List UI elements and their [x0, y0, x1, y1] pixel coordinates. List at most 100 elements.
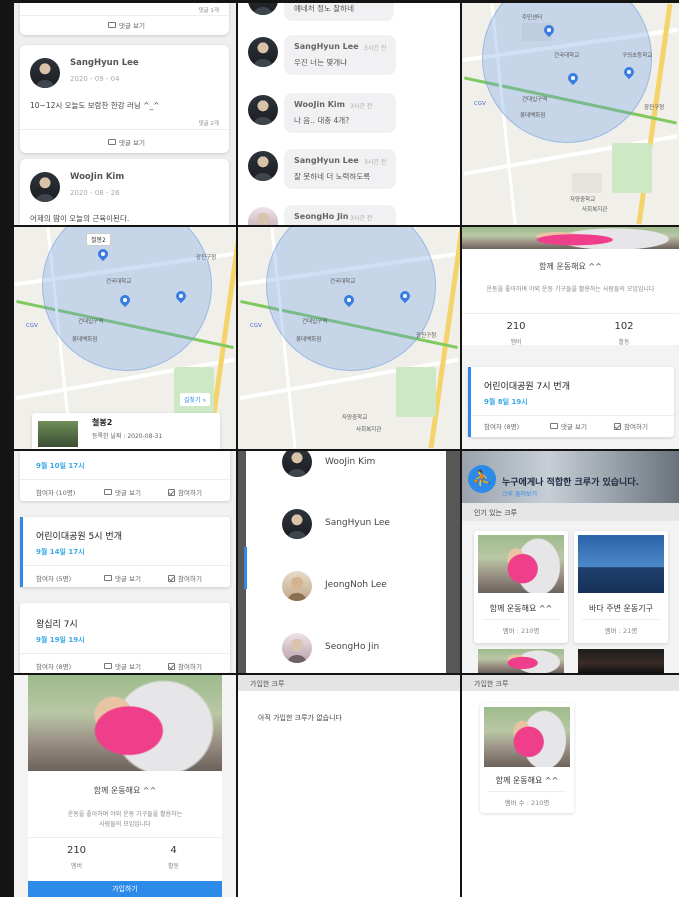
crew-description: 운동을 좋아하며 야외 운동 기구들을 활용하는	[67, 811, 183, 818]
location-pin-icon[interactable]	[176, 291, 186, 303]
joined-crew-header: 가입한 크루	[238, 675, 460, 691]
crew-card[interactable]: 함께 운동해요 ^^ 멤버 : 210명	[474, 531, 568, 643]
find-route-button[interactable]: 길찾기 »	[180, 393, 211, 406]
location-pin-icon[interactable]	[98, 249, 108, 261]
chat-bubble: SangHyun Lee 3시간 전 잘 못하네 더 노력하도록	[284, 149, 396, 189]
join-event-button[interactable]: 참여하기	[168, 661, 202, 671]
post-text: 10~12시 오늘도 보람찬 한강 러닝 ^_^	[30, 101, 160, 110]
event-date: 9월 8일 19시	[484, 398, 528, 406]
post-author: WooJin Kim	[70, 172, 125, 182]
avatar	[248, 95, 278, 125]
double-chevron-icon: »	[202, 397, 207, 404]
crew-banner[interactable]: ⛹ 누구에게나 적합한 크루가 있습니다. 크루 둘러보기	[462, 451, 679, 503]
location-pin-icon[interactable]	[344, 295, 354, 307]
comment-view-button[interactable]: 댓글 보기	[104, 487, 141, 497]
joined-one-tile: 가입한 크루 함께 운동해요 ^^ 멤버 수 : 210명	[462, 675, 679, 897]
crew-name: 함께 운동해요 ^^	[489, 604, 553, 613]
crew-list-tile: ⛹ 누구에게나 적합한 크루가 있습니다. 크루 둘러보기 인기 있는 크루 함…	[462, 451, 679, 673]
event-card[interactable]: 왕십리 7시 9월 19일 19시 참여자 (8명) 댓글 보기 참여하기	[20, 603, 230, 673]
participants-button[interactable]: 참여자 (10명)	[36, 487, 75, 497]
crew-name: 바다 주변 운동기구	[589, 604, 653, 613]
event-title: 어린이대공원 7시 번개	[484, 382, 570, 392]
crew-image	[478, 649, 564, 673]
location-pin-icon[interactable]	[624, 67, 634, 79]
joined-empty-tile: 가입한 크루 아직 가입한 크루가 없습니다	[238, 675, 460, 897]
place-chip[interactable]: 철봉2	[86, 233, 111, 246]
popular-crew-header: 인기 있는 크루	[462, 503, 679, 521]
participants-button[interactable]: 참여자 (5명)	[36, 573, 71, 583]
feed-post: WooJin Kim 2020 - 08 - 26 어제의 땀이 오늘의 근육이…	[20, 159, 229, 225]
comment-view-button[interactable]: 댓글 보기	[104, 573, 141, 583]
avatar	[282, 571, 312, 601]
post-date: 2020 - 08 - 26	[70, 189, 120, 197]
place-name: 철봉2	[92, 418, 113, 427]
place-thumbnail	[38, 421, 78, 447]
place-card[interactable]: 철봉2 등록한 날짜 : 2020-08-31	[32, 413, 220, 449]
avatar	[248, 207, 278, 225]
crew-card[interactable]: 함께 운동해요 ^^ 멤버 수 : 210명	[480, 703, 574, 813]
crew-image	[484, 707, 570, 767]
activity-count: 4	[170, 845, 177, 856]
comment-view-button[interactable]: 댓글 보기	[550, 421, 587, 431]
chat-bubble: WooJin Kim 3시간 전 나 음.. 대충 4개?	[284, 93, 396, 133]
event-date: 9월 10일 17시	[36, 462, 85, 470]
post-author: SangHyun Lee	[70, 58, 139, 68]
join-event-button[interactable]: 참여하기	[168, 487, 202, 497]
checkbox-icon	[614, 422, 621, 430]
crew-cover-image	[462, 227, 679, 249]
comment-icon	[108, 22, 116, 28]
crew-description: 운동을 좋아하며 야외 운동 기구들을 활용하는 사람들의 모임입니다	[486, 286, 655, 293]
member-name[interactable]: JeongNoh Lee	[325, 580, 387, 590]
location-pin-icon[interactable]	[544, 25, 554, 37]
participants-button[interactable]: 참여자 (8명)	[36, 661, 71, 671]
comment-view-button[interactable]: 댓글 보기	[108, 137, 145, 147]
comment-icon	[108, 139, 116, 145]
chat-bubble: 얘네처 정노 잘하네	[284, 3, 394, 21]
crew-cover-image	[28, 675, 222, 771]
banner-title: 누구에게나 적합한 크루가 있습니다.	[502, 478, 640, 488]
comment-view-button[interactable]: 댓글 보기	[108, 20, 145, 30]
feed-card-top: 댓글 1개 댓글 보기	[20, 3, 229, 35]
post-text: 어제의 땀이 오늘의 근육이된다.	[30, 214, 130, 223]
join-event-button[interactable]: 참여하기	[614, 421, 648, 431]
map-tile[interactable]: 건국대학교 건대입구역 CGV 롯데백화점 광진구청 자양중학교 사회복지관	[238, 227, 460, 449]
crew-card[interactable]: 바다 주변 운동기구 멤버 : 21명	[574, 531, 668, 643]
crew-members: 멤버 : 21명	[604, 627, 638, 635]
avatar	[248, 3, 278, 15]
location-pin-icon[interactable]	[568, 73, 578, 85]
comment-icon	[104, 489, 112, 495]
event-card[interactable]: 어린이대공원 5시 번개 9월 14일 17시 참여자 (5명) 댓글 보기 참…	[20, 517, 230, 587]
crew-title: 함께 운동해요 ^^	[539, 262, 602, 271]
member-name[interactable]: SeongHo Jin	[325, 642, 379, 652]
location-pin-icon[interactable]	[400, 291, 410, 303]
chat-bubble: SangHyun Lee 3시간 전 우진 너는 몇개냐	[284, 35, 396, 75]
place-date: 등록한 날짜 : 2020-08-31	[92, 433, 163, 440]
map-tile[interactable]: 철봉2 건국대학교 건대입구역 CGV 롯데백화점 광진구청 길찾기 » 철봉2…	[14, 227, 236, 449]
avatar	[248, 151, 278, 181]
crew-name: 함께 운동해요 ^^	[495, 776, 559, 785]
event-date: 9월 19일 19시	[36, 636, 85, 644]
members-count: 210	[506, 321, 526, 332]
checkbox-icon	[168, 662, 175, 670]
comment-count: 댓글 2개	[198, 121, 219, 127]
empty-message: 아직 가입한 크루가 없습니다	[258, 714, 342, 722]
location-pin-icon[interactable]	[120, 295, 130, 307]
comment-view-button[interactable]: 댓글 보기	[104, 661, 141, 671]
event-card[interactable]: 9월 10일 17시 참여자 (10명) 댓글 보기 참여하기	[20, 451, 230, 501]
comment-count: 댓글 1개	[198, 8, 219, 14]
participants-button[interactable]: 참여자 (8명)	[484, 421, 519, 431]
member-name[interactable]: WooJin Kim	[325, 457, 375, 467]
runner-icon: ⛹	[468, 465, 496, 493]
map-tile[interactable]: 건국대학교 구의초등학교 건대입구역 CGV 롯데백화점 광진구청 자양중학교 …	[462, 3, 679, 225]
join-event-button[interactable]: 참여하기	[168, 573, 202, 583]
crew-image	[578, 535, 664, 593]
crew-image	[478, 535, 564, 593]
chat-bubble: SeongHo Jin 3시간 전	[284, 205, 396, 225]
feed-post: SangHyun Lee 2020 - 09 - 04 10~12시 오늘도 보…	[20, 45, 229, 153]
event-card[interactable]: 어린이대공원 7시 번개 9월 8일 19시 참여자 (8명) 댓글 보기 참여…	[468, 367, 674, 437]
member-name[interactable]: SangHyun Lee	[325, 518, 390, 528]
crew-image	[578, 649, 664, 673]
join-crew-button[interactable]: 가입하기	[28, 881, 222, 897]
joined-crew-header: 가입한 크루	[462, 675, 679, 691]
crew-summary-tile: 함께 운동해요 ^^ 운동을 좋아하며 야외 운동 기구들을 활용하는 사람들의…	[462, 227, 679, 449]
